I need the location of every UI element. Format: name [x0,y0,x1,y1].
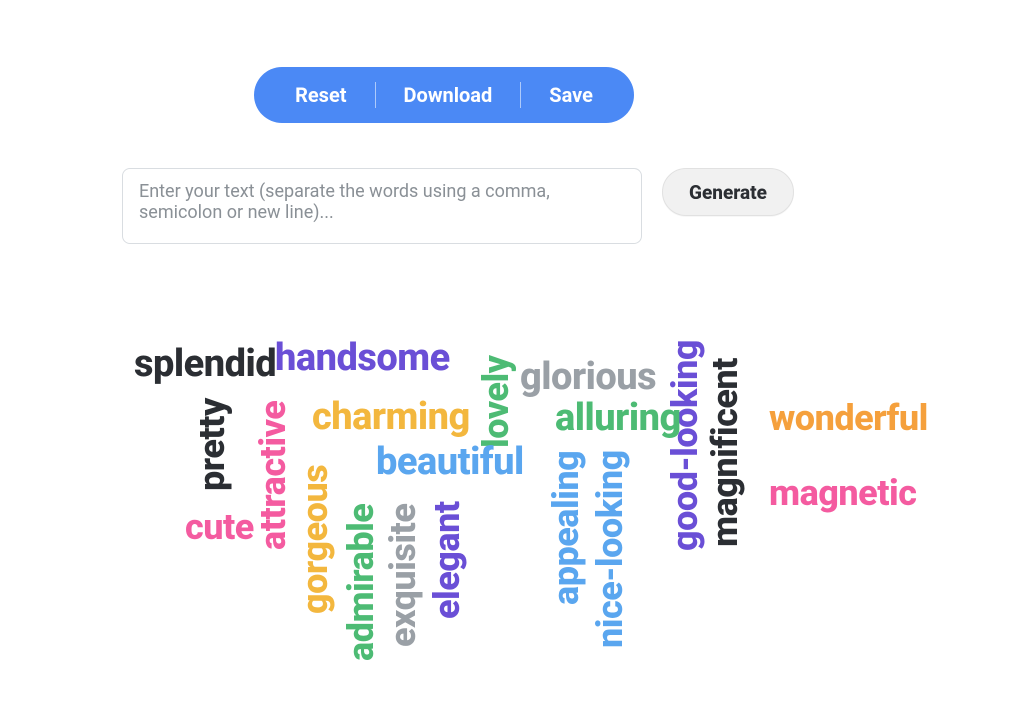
cloud-word: glorious [520,358,656,396]
cloud-word: pretty [194,398,230,491]
cloud-word: gorgeous [297,465,333,614]
cloud-word: admirable [343,504,379,661]
cloud-word: attractive [255,401,291,550]
cloud-word: alluring [555,399,681,437]
cloud-word: lovely [478,355,514,448]
cloud-word: splendid [134,345,276,383]
cloud-word: charming [312,398,470,436]
cloud-word: handsome [275,339,450,377]
cloud-word: wonderful [769,400,928,436]
cloud-word: appealing [548,451,584,605]
cloud-word: good-looking [667,340,703,551]
cloud-word: elegant [429,501,465,619]
cloud-word: exquisite [385,504,421,647]
cloud-word: cute [185,509,254,545]
word-cloud: splendidhandsome lovelyglorious good-looki… [0,0,1024,724]
cloud-word: magnificent [707,358,743,547]
cloud-word: nice-looking [592,450,628,648]
cloud-word: magnetic [769,475,916,511]
cloud-word: beautiful [376,443,524,481]
